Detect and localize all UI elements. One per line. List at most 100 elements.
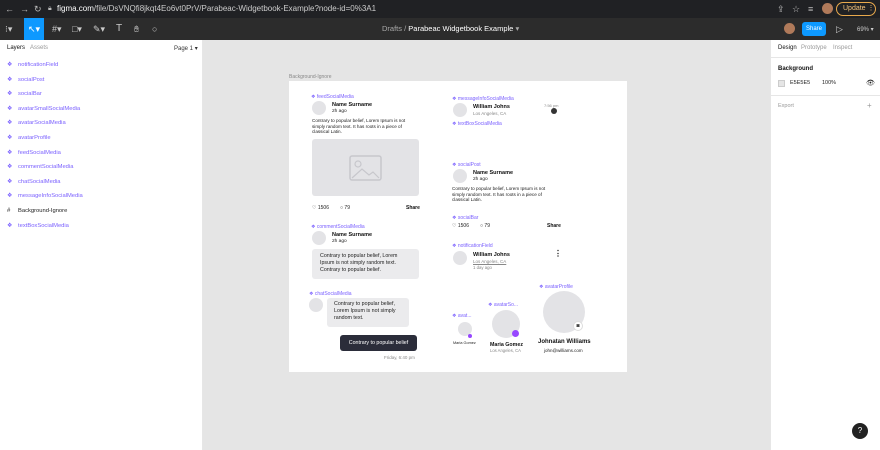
layer-label: notificationField <box>18 62 59 68</box>
social-bar-like-button[interactable]: ♡ 1506 <box>452 223 469 229</box>
avatar-profile-component-label[interactable]: ❖ avatarProfile <box>539 284 573 290</box>
hand-tool-icon[interactable]: ✋︎ <box>134 23 139 35</box>
layer-item[interactable]: ❖ messageInfoSocialMedia <box>7 192 83 200</box>
add-export-icon[interactable]: + <box>867 101 872 110</box>
social-post-body-3: classical Latin. <box>452 197 482 202</box>
zoom-level[interactable]: 69% ▾ <box>857 24 874 36</box>
feed-image-placeholder <box>312 139 419 196</box>
page-selector[interactable]: Page 1 ▾ <box>174 45 198 52</box>
chat-time: Friday, 6:40 pm <box>384 355 415 360</box>
feed-comment-button[interactable]: ○ 79 <box>340 205 350 211</box>
file-name[interactable]: Parabeac Widgetbook Example <box>408 24 513 33</box>
pen-tool-icon[interactable]: ✎▾ <box>93 23 105 35</box>
layers-panel: Layers Assets Page 1 ▾ ❖ notificationFiel… <box>0 40 203 450</box>
social-bar-share-button[interactable]: Share <box>547 223 561 229</box>
layer-item[interactable]: ❖ notificationField <box>7 61 58 69</box>
background-frame[interactable]: ❖ feedSocialMedia Name Surname 2h ago Co… <box>289 81 627 372</box>
layer-item[interactable]: ❖ avatarSmallSocialMedia <box>7 105 80 113</box>
design-panel: Design Prototype Inspect Background E5E5… <box>770 40 880 450</box>
figma-toolbar: ⁝▾ ↖▾ #▾ □▾ ✎▾ T ✋︎ ○ Drafts / Parabeac … <box>0 18 880 40</box>
comment-author: Name Surname <box>332 232 373 238</box>
comment-component-label[interactable]: ❖ commentSocialMedia <box>311 224 365 230</box>
component-icon: ❖ <box>7 135 13 141</box>
layer-item[interactable]: ❖ socialPost <box>7 76 44 84</box>
camera-icon[interactable]: ◙ <box>573 321 583 331</box>
social-bar-component-label[interactable]: ❖ socialBar <box>452 215 478 221</box>
address-bar[interactable]: figma.com/file/DsVNQfi8jkqt4Eo6vt0PrV/Pa… <box>57 3 376 15</box>
frame-label[interactable]: Background-Ignore <box>289 74 332 80</box>
unread-dot <box>551 108 557 114</box>
textbox-component-name: textBoxSocialMedia <box>457 121 502 127</box>
avatar-component-label[interactable]: ❖ avatarSo... <box>488 302 518 308</box>
avatar-component-name: avatarSo... <box>493 302 519 308</box>
avatar-small-component-label[interactable]: ❖ avat... <box>452 313 472 319</box>
layer-item[interactable]: ❖ feedSocialMedia <box>7 149 61 157</box>
textbox-component-label[interactable]: ❖ textBoxSocialMedia <box>452 121 502 127</box>
share-button[interactable]: Share <box>802 22 826 36</box>
reading-list-icon[interactable]: ≡ <box>808 3 813 15</box>
social-post-component-name: socialPost <box>457 162 481 168</box>
visibility-eye-icon[interactable]: 👁︎ <box>866 79 875 87</box>
social-post-time: 2h ago <box>473 177 488 182</box>
page-name: Page 1 <box>174 46 194 52</box>
background-color-swatch[interactable] <box>778 80 785 87</box>
notification-component-label[interactable]: ❖ notificationField <box>452 243 493 249</box>
social-bar-comment-button[interactable]: ○ 79 <box>480 223 490 229</box>
layer-item[interactable]: ❖ avatarSocialMedia <box>7 119 66 127</box>
update-button[interactable]: Update ⋮ <box>836 2 876 16</box>
reload-icon[interactable]: ↻ <box>34 3 42 15</box>
document-title[interactable]: Drafts / Parabeac Widgetbook Example ▾ <box>382 23 519 35</box>
layer-item[interactable]: ❖ commentSocialMedia <box>7 163 73 171</box>
feed-share-button[interactable]: Share <box>406 205 420 211</box>
shape-tool-icon[interactable]: □▾ <box>72 23 82 35</box>
back-icon[interactable]: ← <box>5 3 14 15</box>
forward-icon[interactable]: → <box>20 3 29 15</box>
tab-prototype[interactable]: Prototype <box>801 45 827 51</box>
layer-label: avatarProfile <box>18 135 51 141</box>
social-post-avatar <box>453 169 467 183</box>
profile-avatar[interactable] <box>822 3 833 14</box>
component-icon: ❖ <box>7 149 13 156</box>
share-page-icon[interactable]: ⇪ <box>777 3 785 15</box>
feed-like-button[interactable]: ♡ 1506 <box>312 205 329 211</box>
comment-bubble: Contrary to popular belief, Lorem Ipsum … <box>312 249 419 279</box>
main-menu-icon[interactable]: ⁝▾ <box>5 23 12 35</box>
avatar-location: Los Angeles, CA <box>490 348 521 353</box>
more-options-icon[interactable]: ⋮ <box>554 249 562 258</box>
breadcrumb-separator: / <box>404 24 407 33</box>
notification-time: 1 day ago <box>473 265 492 270</box>
chat-component-label[interactable]: ❖ chatSocialMedia <box>309 291 352 297</box>
tab-inspect[interactable]: Inspect <box>833 45 852 51</box>
move-tool-icon[interactable]: ↖▾ <box>24 18 44 40</box>
bookmark-star-icon[interactable]: ☆ <box>792 3 800 15</box>
chat-in-line-3: random text. <box>334 315 364 321</box>
avatar-profile-name: Johnatan Williams <box>538 339 591 345</box>
message-info-component-label[interactable]: ❖ messageInfoSocialMedia <box>452 96 514 102</box>
divider <box>771 57 880 58</box>
layer-item[interactable]: ❖ textBoxSocialMedia <box>7 222 69 230</box>
layer-item[interactable]: ❖ chatSocialMedia <box>7 178 61 186</box>
layer-item[interactable]: ❖ socialBar <box>7 90 42 98</box>
layer-item[interactable]: ❖ avatarProfile <box>7 134 51 142</box>
feed-component-label[interactable]: ❖ feedSocialMedia <box>311 94 354 100</box>
comment-avatar <box>312 231 326 245</box>
present-icon[interactable]: ▷ <box>836 23 843 35</box>
component-icon: ❖ <box>7 164 13 171</box>
comment-component-name: commentSocialMedia <box>316 224 365 230</box>
tab-design[interactable]: Design <box>778 45 797 51</box>
user-avatar[interactable] <box>784 23 795 34</box>
component-icon: ❖ <box>7 178 13 185</box>
tab-layers[interactable]: Layers <box>7 45 25 51</box>
text-tool-icon[interactable]: T <box>116 23 122 35</box>
tab-assets[interactable]: Assets <box>30 45 48 51</box>
help-button[interactable]: ? <box>852 423 868 439</box>
frame-tool-icon[interactable]: #▾ <box>52 23 62 35</box>
layer-label: socialPost <box>18 76 45 83</box>
social-post-component-label[interactable]: ❖ socialPost <box>452 162 481 168</box>
background-hex-input[interactable]: E5E5E5 <box>790 80 810 86</box>
export-section-title: Export <box>778 103 794 109</box>
breadcrumb-drafts[interactable]: Drafts <box>382 24 402 33</box>
background-opacity-input[interactable]: 100% <box>822 80 836 86</box>
comment-tool-icon[interactable]: ○ <box>152 23 157 35</box>
layer-item[interactable]: # Background-Ignore <box>7 207 67 215</box>
